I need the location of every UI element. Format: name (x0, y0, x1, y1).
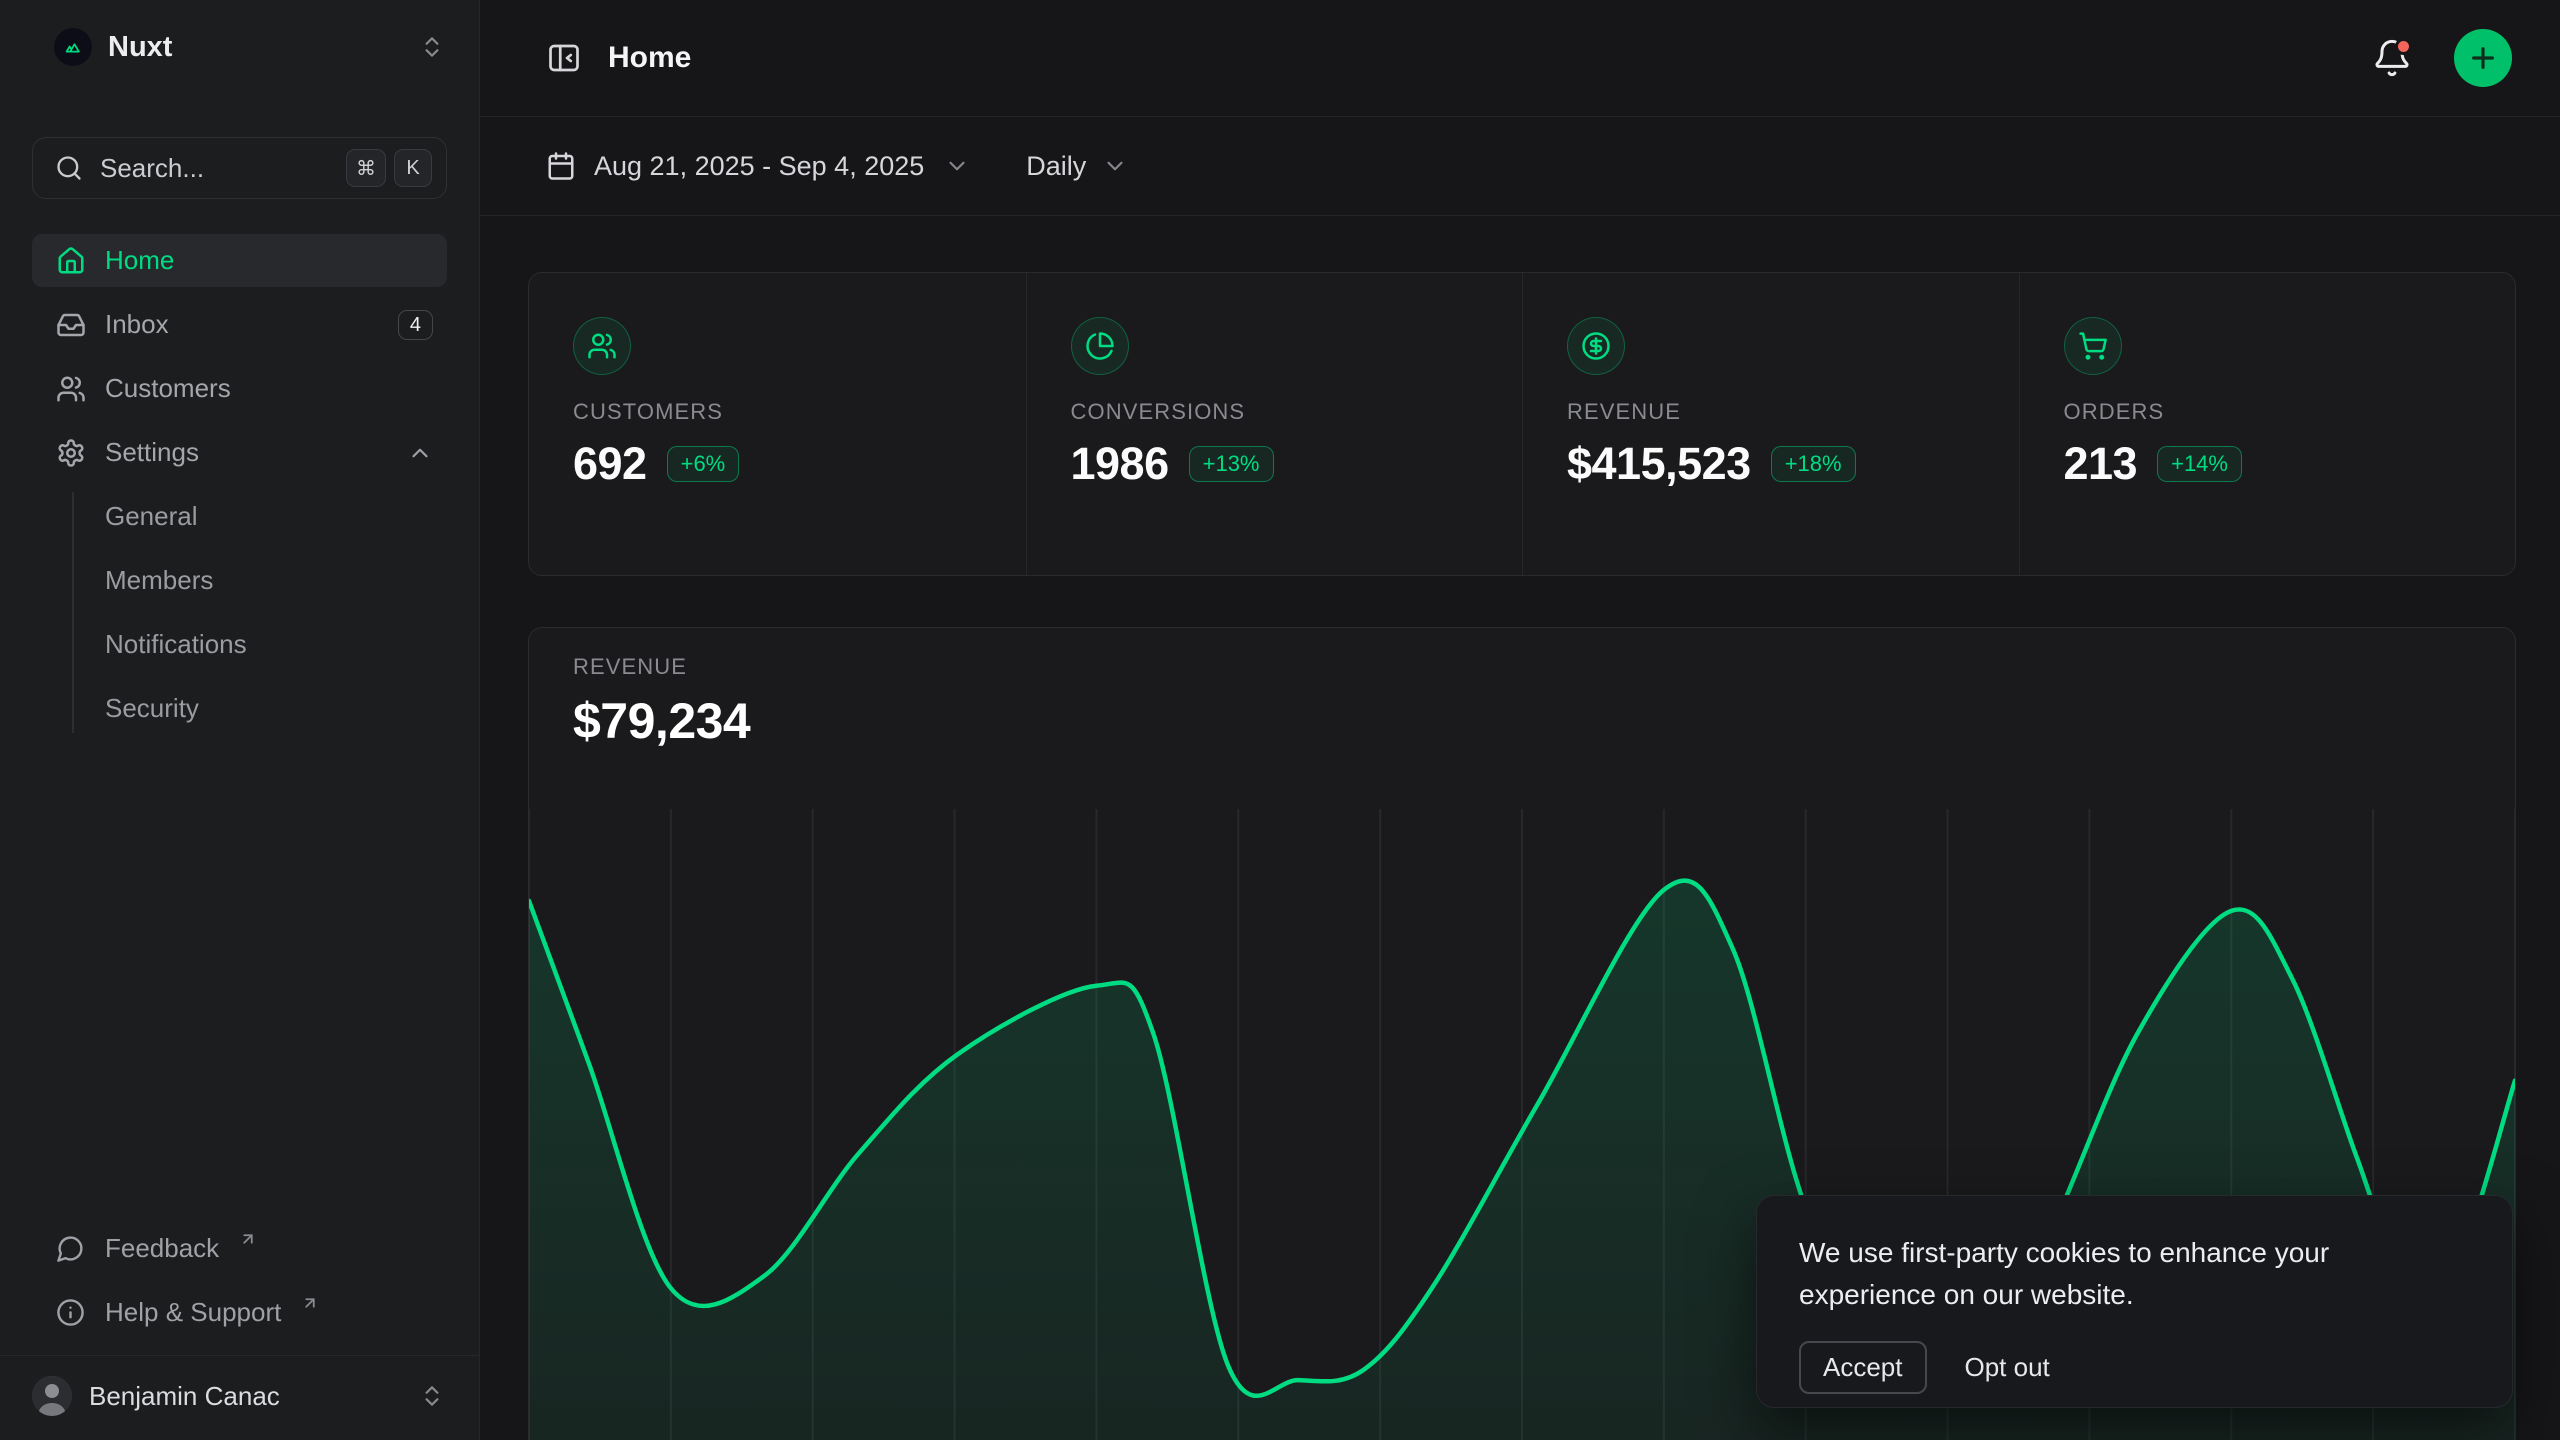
external-link-icon (301, 1294, 319, 1312)
nuxt-logo-icon (54, 28, 92, 66)
sidebar-item-label: Home (105, 245, 174, 276)
workspace-name: Nuxt (108, 31, 172, 64)
add-button[interactable] (2454, 29, 2512, 87)
chevron-down-icon (944, 153, 970, 179)
stat-value: 213 (2064, 438, 2138, 490)
sidebar-item-settings[interactable]: Settings (32, 426, 447, 479)
sidebar-item-label: Customers (105, 373, 231, 404)
user-name: Benjamin Canac (89, 1381, 280, 1412)
chevrons-up-down-icon (419, 1383, 445, 1409)
inbox-icon (56, 310, 86, 340)
stat-value: $415,523 (1567, 438, 1751, 490)
kbd-k: K (394, 149, 432, 187)
stat-customers[interactable]: CUSTOMERS 692 +6% (529, 273, 1026, 575)
inbox-count-badge: 4 (398, 310, 433, 340)
message-bubble-icon (56, 1234, 86, 1264)
stat-delta-badge: +18% (1771, 446, 1856, 482)
calendar-icon (546, 151, 576, 181)
period-select[interactable]: Daily (1026, 151, 1128, 182)
kbd-meta: ⌘ (346, 149, 386, 187)
dollar-circle-icon (1567, 317, 1625, 375)
sidebar-nav: Home Inbox 4 Customers Settings (32, 234, 447, 479)
chevron-down-icon (1102, 153, 1128, 179)
sidebar-item-label: Settings (105, 437, 199, 468)
collapse-sidebar-icon[interactable] (546, 40, 582, 76)
user-menu[interactable]: Benjamin Canac (24, 1368, 455, 1424)
search-shortcut: ⌘ K (346, 149, 432, 187)
stat-orders[interactable]: ORDERS 213 +14% (2019, 273, 2516, 575)
gear-icon (56, 438, 86, 468)
sidebar-footer: Feedback Help & Support Benjam (0, 1222, 479, 1440)
top-header: Home (480, 0, 2560, 117)
chevrons-up-down-icon (419, 34, 445, 60)
sidebar-item-security[interactable]: Security (32, 682, 447, 735)
stat-label: CUSTOMERS (573, 399, 982, 425)
revenue-chart-label: REVENUE (573, 654, 2471, 680)
sub-item-label: Notifications (105, 629, 247, 660)
stat-delta-badge: +14% (2157, 446, 2242, 482)
pie-chart-icon (1071, 317, 1129, 375)
sidebar-item-customers[interactable]: Customers (32, 362, 447, 415)
notifications-bell-icon[interactable] (2372, 37, 2414, 79)
stat-delta-badge: +6% (667, 446, 740, 482)
sidebar-item-label: Inbox (105, 309, 169, 340)
sub-item-label: Members (105, 565, 213, 596)
chevron-up-icon (407, 440, 433, 466)
stat-conversions[interactable]: CONVERSIONS 1986 +13% (1026, 273, 1523, 575)
stat-value: 1986 (1071, 438, 1169, 490)
notification-dot (2395, 38, 2412, 55)
stats-row: CUSTOMERS 692 +6% CONVERSIONS 1986 +13% (528, 272, 2516, 576)
filters-bar: Aug 21, 2025 - Sep 4, 2025 Daily (480, 117, 2560, 216)
stat-label: CONVERSIONS (1071, 399, 1479, 425)
sidebar: Nuxt Search... ⌘ K Home Inbox 4 (0, 0, 480, 1440)
period-value: Daily (1026, 151, 1086, 182)
cookie-accept-button[interactable]: Accept (1799, 1341, 1927, 1394)
search-input[interactable]: Search... ⌘ K (32, 137, 447, 199)
cookie-optout-button[interactable]: Opt out (1965, 1352, 2050, 1383)
stat-label: ORDERS (2064, 399, 2472, 425)
sub-item-label: General (105, 501, 198, 532)
date-range-value: Aug 21, 2025 - Sep 4, 2025 (594, 151, 924, 182)
stat-revenue[interactable]: REVENUE $415,523 +18% (1522, 273, 2019, 575)
sidebar-item-inbox[interactable]: Inbox 4 (32, 298, 447, 351)
stat-value: 692 (573, 438, 647, 490)
users-icon (573, 317, 631, 375)
sidebar-item-notifications[interactable]: Notifications (32, 618, 447, 671)
cookie-message: We use first-party cookies to enhance yo… (1799, 1232, 2470, 1316)
team-switcher[interactable]: Nuxt (32, 20, 455, 74)
settings-subnav: General Members Notifications Security (32, 490, 447, 735)
feedback-label: Feedback (105, 1233, 219, 1264)
date-range-picker[interactable]: Aug 21, 2025 - Sep 4, 2025 (546, 151, 970, 182)
revenue-chart-value: $79,234 (573, 692, 2471, 750)
info-circle-icon (56, 1298, 86, 1328)
feedback-link[interactable]: Feedback (32, 1222, 447, 1275)
stat-label: REVENUE (1567, 399, 1975, 425)
users-icon (56, 374, 86, 404)
stat-delta-badge: +13% (1189, 446, 1274, 482)
sub-item-label: Security (105, 693, 199, 724)
search-placeholder: Search... (100, 153, 204, 184)
help-support-link[interactable]: Help & Support (32, 1286, 447, 1339)
avatar (32, 1376, 72, 1416)
search-icon (55, 154, 83, 182)
help-support-label: Help & Support (105, 1297, 281, 1328)
cart-icon (2064, 317, 2122, 375)
sidebar-item-general[interactable]: General (32, 490, 447, 543)
sidebar-item-home[interactable]: Home (32, 234, 447, 287)
cookie-banner: We use first-party cookies to enhance yo… (1756, 1195, 2513, 1408)
sidebar-item-members[interactable]: Members (32, 554, 447, 607)
external-link-icon (239, 1230, 257, 1248)
house-icon (56, 246, 86, 276)
page-title: Home (608, 41, 691, 75)
